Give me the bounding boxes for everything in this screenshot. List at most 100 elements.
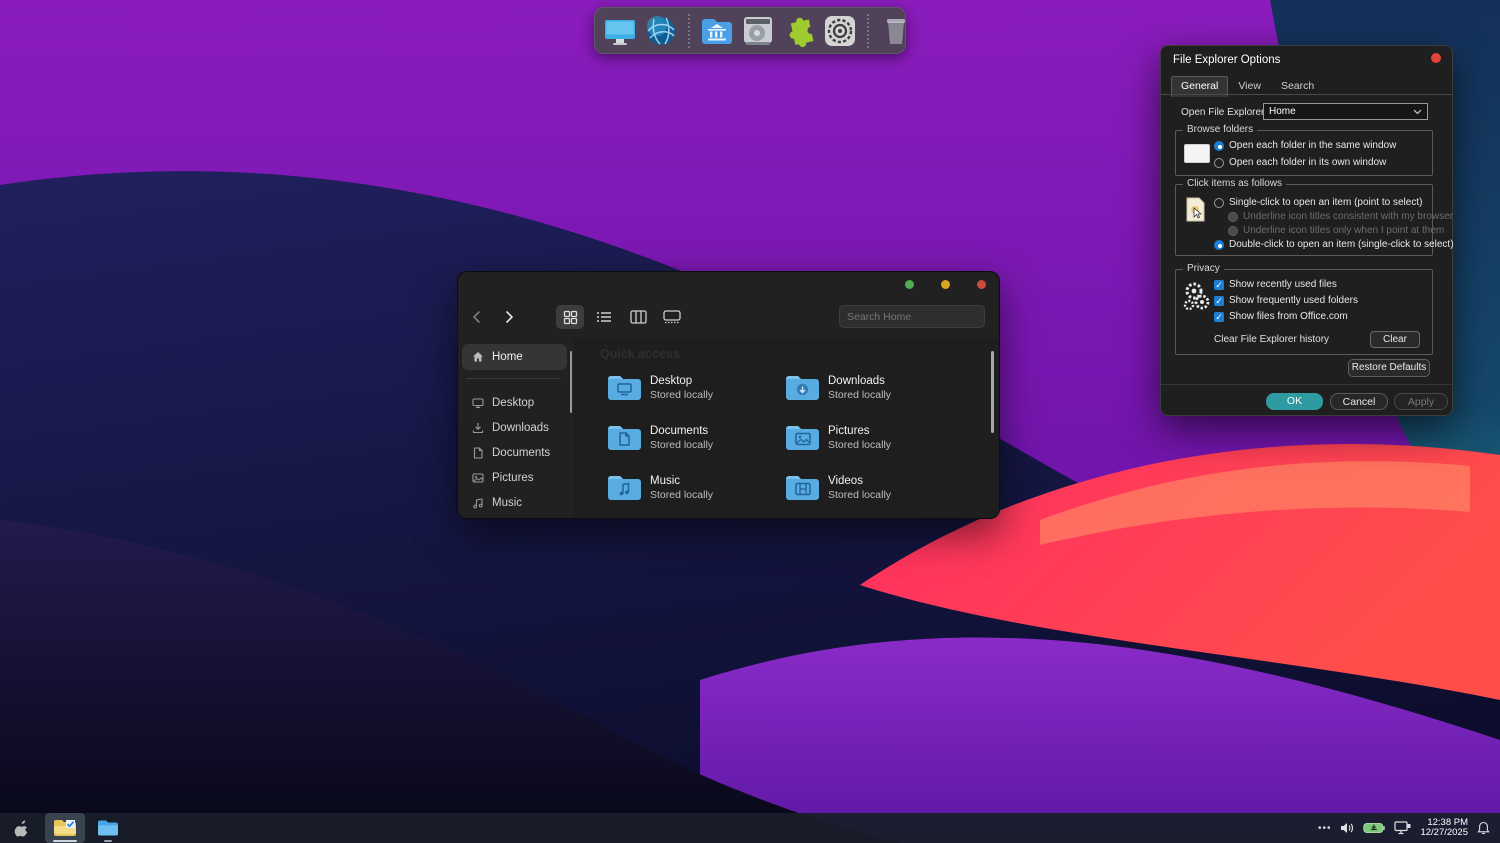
desktop-folder-icon [606,372,643,403]
view-switcher [556,305,686,329]
folder-item-downloads[interactable]: Downloads Stored locally [784,372,962,422]
restore-defaults-button[interactable]: Restore Defaults [1348,359,1430,377]
sidebar-item-home[interactable]: Home [462,344,567,370]
columns-view-icon[interactable] [624,305,652,329]
radio-label: Single-click to open an item (point to s… [1229,197,1422,208]
window-close-button[interactable] [977,280,986,289]
sidebar-item-music[interactable]: Music [458,490,569,515]
music-folder-icon [606,472,643,503]
folder-item-pictures[interactable]: Pictures Stored locally [784,422,962,472]
sidebar-item-pictures[interactable]: Pictures [458,465,569,490]
gears-icon [1183,282,1211,312]
sidebar-item-desktop[interactable]: Desktop [458,390,569,415]
browse-folders-group: Browse folders Open each folder in the s… [1175,130,1433,176]
sidebar-item-label: Downloads [492,422,549,434]
folder-status: Stored locally [650,439,713,451]
dock-separator [867,14,869,48]
sidebar-item-label: Music [492,497,522,509]
apple-menu-icon[interactable] [14,820,29,837]
sidebar-item-downloads[interactable]: Downloads [458,415,569,440]
dock-network-globe-icon[interactable] [644,13,678,49]
taskbar-clock[interactable]: 12:38 PM 12/27/2025 [1420,818,1468,839]
clear-button[interactable]: Clear [1370,331,1420,348]
battery-charging-icon[interactable] [1363,822,1385,834]
home-icon [472,351,484,363]
notifications-bell-icon[interactable] [1477,821,1490,835]
desktop-icon [472,397,484,409]
dock-files-folder-icon[interactable] [700,13,734,49]
back-icon[interactable] [464,305,490,329]
checkbox-label: Show recently used files [1229,279,1337,290]
dialog-close-icon[interactable] [1431,53,1441,63]
folder-item-videos[interactable]: Videos Stored locally [784,472,962,519]
cancel-button[interactable]: Cancel [1330,393,1388,410]
folder-item-documents[interactable]: Documents Stored locally [606,422,784,472]
videos-folder-icon [784,472,821,503]
radio-own-window[interactable]: Open each folder in its own window [1214,157,1386,168]
folder-options-icon [53,818,77,838]
dock-display-icon[interactable] [603,13,637,49]
tab-strip-line [1161,94,1452,95]
radio-icon [1228,212,1238,222]
folder-item-desktop[interactable]: Desktop Stored locally [606,372,784,422]
explorer-titlebar[interactable] [458,272,999,298]
tray-overflow-icon[interactable]: ••• [1318,823,1332,834]
checkbox-office-files[interactable]: ✓ Show files from Office.com [1214,311,1348,322]
sidebar-item-documents[interactable]: Documents [458,440,569,465]
file-explorer-options-dialog: File Explorer Options General View Searc… [1160,45,1453,416]
window-minimize-button[interactable] [905,280,914,289]
sidebar-scrollbar[interactable] [570,351,572,413]
radio-label: Underline icon titles consistent with my… [1243,211,1453,222]
apply-button[interactable]: Apply [1394,393,1448,410]
dock-trash-icon[interactable] [879,13,913,49]
radio-icon [1214,141,1224,151]
gallery-view-icon[interactable] [658,305,686,329]
checkbox-recent-files[interactable]: ✓ Show recently used files [1214,279,1337,290]
folder-item-music[interactable]: Music Stored locally [606,472,784,519]
system-tray: ••• 12:38 PM 12/27/2025 [1318,813,1500,843]
taskbar: ••• 12:38 PM 12/27/2025 [0,813,1500,843]
taskbar-file-explorer-app[interactable] [91,813,125,843]
pictures-folder-icon [784,422,821,453]
grid-view-icon[interactable] [556,305,584,329]
explorer-content: Quick access Desktop Stored locally Down… [574,338,999,518]
display-network-icon[interactable] [1394,821,1411,835]
window-maximize-button[interactable] [941,280,950,289]
quick-access-grid: Desktop Stored locally Downloads Stored … [606,372,962,519]
downloads-folder-icon [784,372,821,403]
dock-settings-icon[interactable] [823,13,857,49]
open-app-indicator [104,840,112,842]
radio-double-click[interactable]: Double-click to open an item (single-cli… [1214,239,1454,250]
folder-name: Documents [650,425,713,437]
taskbar-folder-options-app[interactable] [45,813,85,843]
file-explorer-window: Home Desktop Downloads Documents [457,271,1000,519]
dock-extensions-puzzle-icon[interactable] [782,13,816,49]
ok-button[interactable]: OK [1266,393,1323,410]
forward-icon[interactable] [496,305,522,329]
search-input[interactable] [847,311,982,323]
checkbox-label: Show frequently used folders [1229,295,1358,306]
volume-icon[interactable] [1340,822,1354,834]
radio-same-window[interactable]: Open each folder in the same window [1214,140,1396,151]
folder-name: Desktop [650,375,713,387]
downloads-icon [472,422,484,434]
folder-name: Videos [828,475,891,487]
folder-status: Stored locally [650,389,713,401]
desktop: Home Desktop Downloads Documents [0,0,1500,843]
open-to-dropdown[interactable]: Home [1263,103,1428,120]
sidebar-item-label: Home [492,351,523,363]
sidebar-item-label: Pictures [492,472,534,484]
group-legend: Browse folders [1183,124,1257,135]
section-title: Quick access [600,347,680,361]
sidebar-item-label: Documents [492,447,550,459]
folder-window-icon [1184,144,1210,163]
dialog-footer-divider [1161,384,1452,385]
explorer-sidebar: Home Desktop Downloads Documents [458,338,573,518]
radio-single-click[interactable]: Single-click to open an item (point to s… [1214,197,1422,208]
checkbox-frequent-folders[interactable]: ✓ Show frequently used folders [1214,295,1358,306]
search-box[interactable] [839,305,985,328]
content-scrollbar[interactable] [991,351,994,433]
list-view-icon[interactable] [590,305,618,329]
file-explorer-icon [97,819,119,837]
dock-hard-drive-icon[interactable] [741,13,775,49]
